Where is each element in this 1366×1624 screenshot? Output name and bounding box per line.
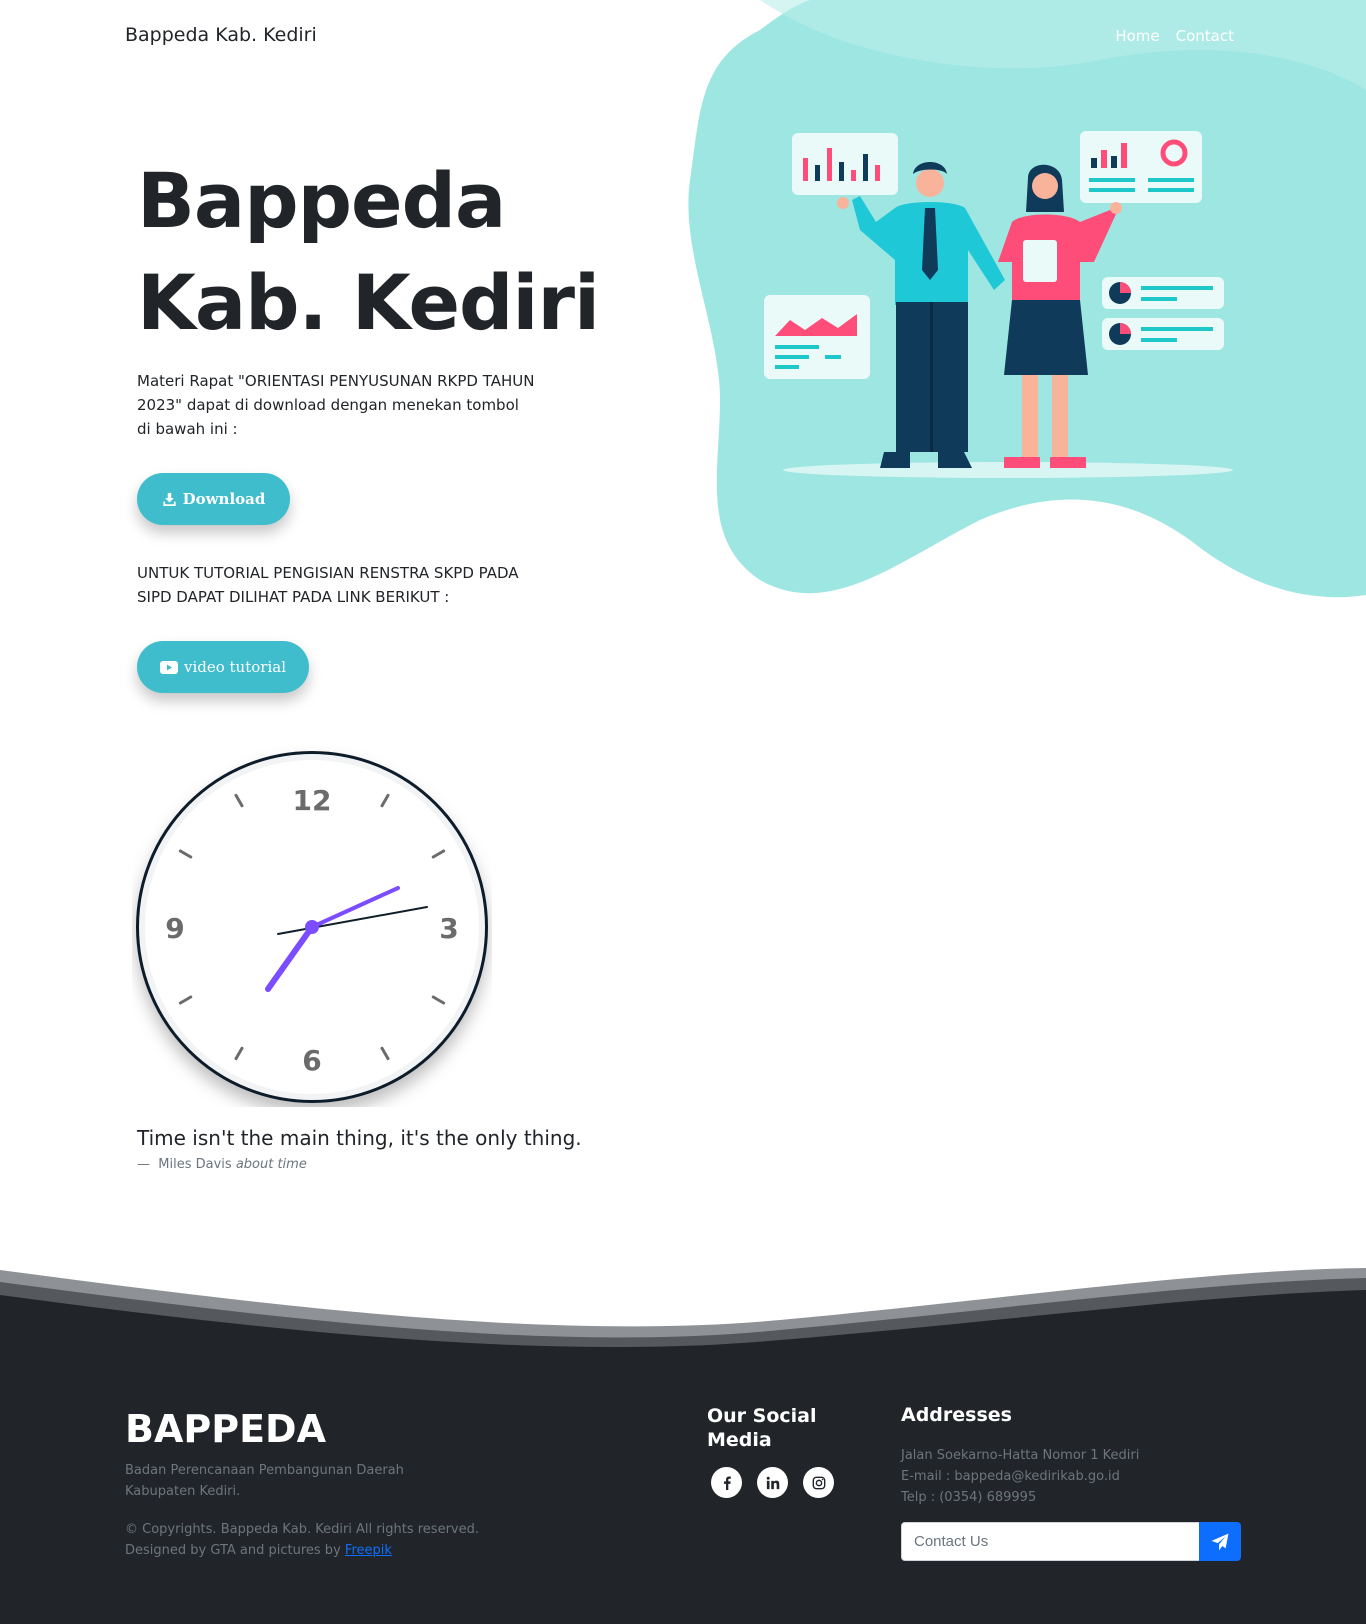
phone-line: Telp : (0354) 689995	[901, 1490, 1037, 1505]
footer-wave-divider	[0, 1268, 1366, 1370]
copyright-text: © Copyrights. Bappeda Kab. Kediri All ri…	[125, 1522, 479, 1537]
top-nav: Home Contact	[1115, 27, 1234, 45]
hero-title: Bappeda Kab. Kediri	[137, 150, 637, 354]
social-links	[711, 1467, 834, 1498]
designed-by-text: Designed by GTA and pictures by	[125, 1543, 341, 1558]
clock-number-3: 3	[439, 912, 458, 945]
youtube-icon	[159, 660, 178, 674]
facebook-link[interactable]	[711, 1467, 742, 1498]
address-line: Jalan Soekarno-Hatta Nomor 1 Kediri	[901, 1448, 1140, 1463]
download-icon	[163, 492, 176, 506]
email-line: E-mail : bappeda@kedirikab.go.id	[901, 1469, 1120, 1484]
hero-description: Materi Rapat "ORIENTASI PENYUSUNAN RKPD …	[137, 372, 535, 438]
nav-contact-link[interactable]: Contact	[1176, 27, 1234, 45]
linkedin-icon	[766, 1476, 779, 1489]
facebook-icon	[723, 1475, 731, 1490]
footer-copyright: © Copyrights. Bappeda Kab. Kediri All ri…	[125, 1519, 525, 1561]
hero-title-line1: Bappeda	[137, 156, 506, 245]
send-icon	[1211, 1533, 1229, 1550]
clock-face: 12 3 6 9	[136, 751, 488, 1103]
clock-number-9: 9	[165, 912, 184, 945]
chart-card-icon	[792, 133, 898, 195]
freepik-link[interactable]: Freepik	[345, 1543, 392, 1558]
linkedin-link[interactable]	[757, 1467, 788, 1498]
footer-description: Badan Perencanaan Pembangunan Daerah Kab…	[125, 1463, 404, 1499]
quote-author: Miles Davis	[158, 1157, 232, 1172]
instagram-icon	[812, 1476, 825, 1489]
download-button[interactable]: Download	[137, 473, 290, 525]
tutorial-text: UNTUK TUTORIAL PENGISIAN RENSTRA SKPD PA…	[137, 564, 519, 606]
brand-logo[interactable]: Bappeda Kab. Kediri	[125, 24, 317, 46]
quote-text: Time isn't the main thing, it's the only…	[137, 1126, 582, 1150]
quote-source: about time	[235, 1157, 307, 1172]
nav-home-link[interactable]: Home	[1115, 27, 1159, 45]
addresses-title: Addresses	[901, 1404, 1012, 1426]
area-chart-card-icon	[764, 295, 870, 379]
clock-number-6: 6	[302, 1044, 321, 1077]
analog-clock: 12 3 6 9	[132, 747, 492, 1107]
hero-title-line2: Kab. Kediri	[137, 258, 600, 347]
instagram-link[interactable]	[803, 1467, 834, 1498]
contact-form	[901, 1522, 1241, 1561]
footer-title: BAPPEDA	[125, 1407, 326, 1451]
video-tutorial-button[interactable]: video tutorial	[137, 641, 309, 693]
send-button[interactable]	[1199, 1522, 1241, 1561]
page: Bappeda Kab. Kediri Home Contact Bappeda…	[0, 0, 1366, 1624]
quote-citation: — Miles Davis about time	[137, 1157, 307, 1172]
download-button-label: Download	[182, 490, 266, 508]
clock-center-dot	[305, 920, 319, 934]
video-tutorial-label: video tutorial	[183, 658, 286, 676]
dashboard-card-icon	[1080, 131, 1202, 203]
social-title: Our Social Media	[707, 1405, 817, 1451]
clock-number-12: 12	[293, 784, 332, 817]
contact-input[interactable]	[901, 1522, 1199, 1561]
address-block: Jalan Soekarno-Hatta Nomor 1 Kediri E-ma…	[901, 1445, 1231, 1508]
